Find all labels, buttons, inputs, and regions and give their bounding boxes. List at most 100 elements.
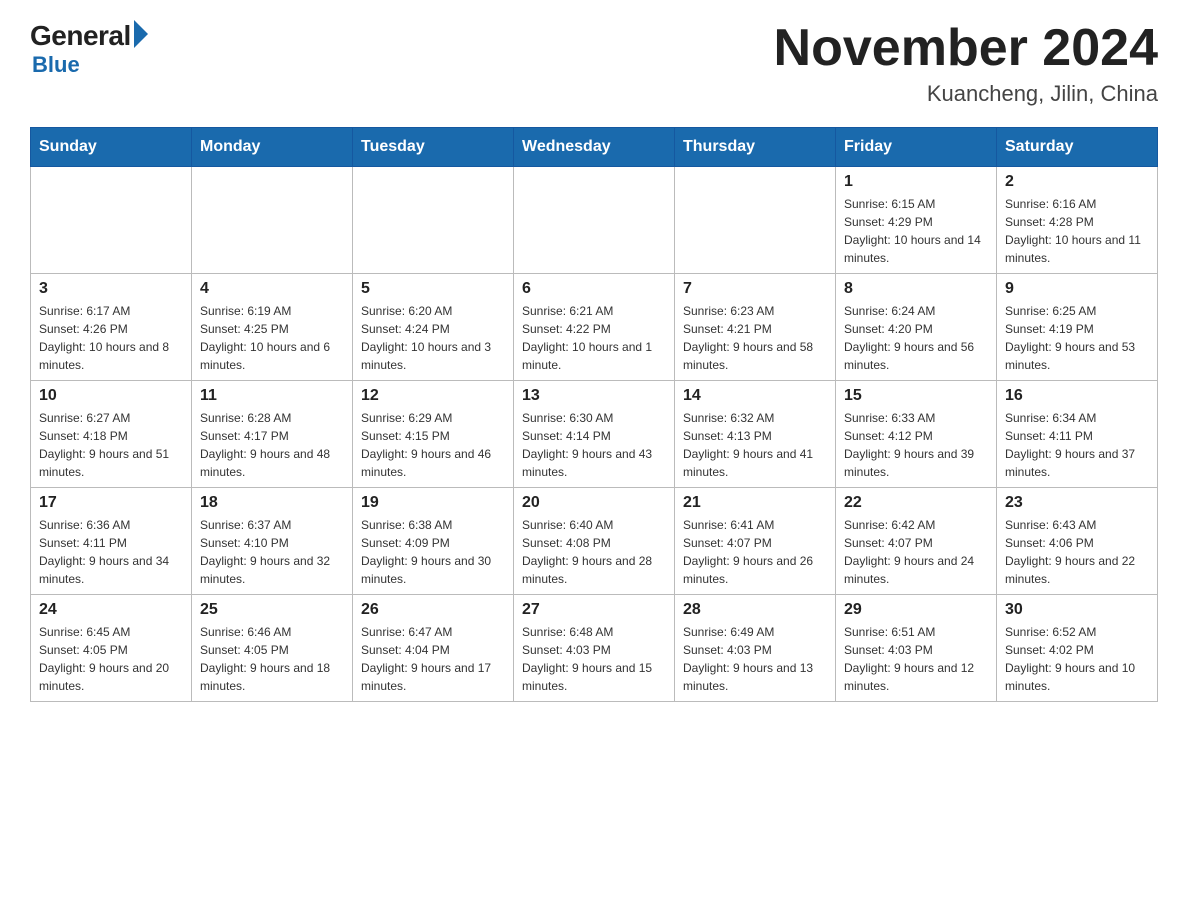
day-number: 10	[39, 387, 183, 405]
day-number: 18	[200, 494, 344, 512]
calendar-cell: 25Sunrise: 6:46 AMSunset: 4:05 PMDayligh…	[192, 595, 353, 702]
day-info: Sunrise: 6:41 AMSunset: 4:07 PMDaylight:…	[683, 516, 827, 588]
day-info: Sunrise: 6:27 AMSunset: 4:18 PMDaylight:…	[39, 409, 183, 481]
calendar-cell: 14 Sunrise: 6:32 AMSunset: 4:13 PMDayligh…	[675, 381, 836, 488]
day-info: Sunrise: 6:20 AMSunset: 4:24 PMDaylight:…	[361, 302, 505, 374]
calendar-cell: 11 Sunrise: 6:28 AMSunset: 4:17 PMDayligh…	[192, 381, 353, 488]
logo-triangle-icon	[134, 20, 148, 48]
calendar-cell: 6 Sunrise: 6:21 AMSunset: 4:22 PMDaylight…	[514, 274, 675, 381]
day-number: 7	[683, 280, 827, 298]
calendar-cell: 13 Sunrise: 6:30 AMSunset: 4:14 PMDayligh…	[514, 381, 675, 488]
day-info: Sunrise: 6:48 AMSunset: 4:03 PMDaylight:…	[522, 623, 666, 695]
calendar-cell: 20 Sunrise: 6:40 AMSunset: 4:08 PMDayligh…	[514, 488, 675, 595]
calendar-cell	[353, 167, 514, 274]
calendar-cell: 26 Sunrise: 6:47 AMSunset: 4:04 PMDayligh…	[353, 595, 514, 702]
calendar-cell: 30Sunrise: 6:52 AMSunset: 4:02 PMDayligh…	[997, 595, 1158, 702]
day-info: Sunrise: 6:43 AMSunset: 4:06 PMDaylight:…	[1005, 516, 1149, 588]
day-number: 3	[39, 280, 183, 298]
calendar-cell: 24 Sunrise: 6:45 AMSunset: 4:05 PMDayligh…	[31, 595, 192, 702]
day-info: Sunrise: 6:25 AMSunset: 4:19 PMDaylight:…	[1005, 302, 1149, 374]
day-number: 4	[200, 280, 344, 298]
col-header-thursday: Thursday	[675, 128, 836, 167]
page-header: General Blue November 2024 Kuancheng, Ji…	[30, 20, 1158, 107]
col-header-sunday: Sunday	[31, 128, 192, 167]
calendar-cell: 2Sunrise: 6:16 AMSunset: 4:28 PMDaylight…	[997, 167, 1158, 274]
calendar-cell: 4Sunrise: 6:19 AMSunset: 4:25 PMDaylight…	[192, 274, 353, 381]
day-info: Sunrise: 6:17 AMSunset: 4:26 PMDaylight:…	[39, 302, 183, 374]
day-info: Sunrise: 6:36 AMSunset: 4:11 PMDaylight:…	[39, 516, 183, 588]
day-info: Sunrise: 6:16 AMSunset: 4:28 PMDaylight:…	[1005, 195, 1149, 267]
day-number: 15	[844, 387, 988, 405]
day-number: 29	[844, 601, 988, 619]
calendar-cell: 9Sunrise: 6:25 AMSunset: 4:19 PMDaylight…	[997, 274, 1158, 381]
calendar-cell: 19Sunrise: 6:38 AMSunset: 4:09 PMDayligh…	[353, 488, 514, 595]
day-number: 20	[522, 494, 666, 512]
calendar-cell: 12 Sunrise: 6:29 AMSunset: 4:15 PMDayligh…	[353, 381, 514, 488]
day-info: Sunrise: 6:38 AMSunset: 4:09 PMDaylight:…	[361, 516, 505, 588]
day-info: Sunrise: 6:42 AMSunset: 4:07 PMDaylight:…	[844, 516, 988, 588]
day-info: Sunrise: 6:33 AMSunset: 4:12 PMDaylight:…	[844, 409, 988, 481]
day-number: 23	[1005, 494, 1149, 512]
day-info: Sunrise: 6:32 AMSunset: 4:13 PMDaylight:…	[683, 409, 827, 481]
day-info: Sunrise: 6:47 AMSunset: 4:04 PMDaylight:…	[361, 623, 505, 695]
calendar-cell: 22 Sunrise: 6:42 AMSunset: 4:07 PMDayligh…	[836, 488, 997, 595]
day-info: Sunrise: 6:46 AMSunset: 4:05 PMDaylight:…	[200, 623, 344, 695]
calendar-cell: 10 Sunrise: 6:27 AMSunset: 4:18 PMDayligh…	[31, 381, 192, 488]
day-info: Sunrise: 6:23 AMSunset: 4:21 PMDaylight:…	[683, 302, 827, 374]
week-row-3: 10 Sunrise: 6:27 AMSunset: 4:18 PMDayligh…	[31, 381, 1158, 488]
calendar-cell: 23 Sunrise: 6:43 AMSunset: 4:06 PMDayligh…	[997, 488, 1158, 595]
week-row-1: 1Sunrise: 6:15 AMSunset: 4:29 PMDaylight…	[31, 167, 1158, 274]
day-info: Sunrise: 6:52 AMSunset: 4:02 PMDaylight:…	[1005, 623, 1149, 695]
day-number: 22	[844, 494, 988, 512]
day-info: Sunrise: 6:29 AMSunset: 4:15 PMDaylight:…	[361, 409, 505, 481]
calendar-header-row: SundayMondayTuesdayWednesdayThursdayFrid…	[31, 128, 1158, 167]
calendar-cell: 3 Sunrise: 6:17 AMSunset: 4:26 PMDaylight…	[31, 274, 192, 381]
logo-general-text: General	[30, 20, 131, 52]
day-number: 6	[522, 280, 666, 298]
calendar-cell	[675, 167, 836, 274]
calendar-cell: 27 Sunrise: 6:48 AMSunset: 4:03 PMDayligh…	[514, 595, 675, 702]
day-number: 1	[844, 173, 988, 191]
calendar-cell: 29 Sunrise: 6:51 AMSunset: 4:03 PMDayligh…	[836, 595, 997, 702]
week-row-2: 3 Sunrise: 6:17 AMSunset: 4:26 PMDaylight…	[31, 274, 1158, 381]
day-number: 14	[683, 387, 827, 405]
location-subtitle: Kuancheng, Jilin, China	[774, 81, 1158, 107]
day-number: 24	[39, 601, 183, 619]
day-number: 13	[522, 387, 666, 405]
day-number: 12	[361, 387, 505, 405]
col-header-friday: Friday	[836, 128, 997, 167]
week-row-5: 24 Sunrise: 6:45 AMSunset: 4:05 PMDayligh…	[31, 595, 1158, 702]
calendar-cell	[31, 167, 192, 274]
logo: General Blue	[30, 20, 150, 78]
week-row-4: 17 Sunrise: 6:36 AMSunset: 4:11 PMDayligh…	[31, 488, 1158, 595]
day-info: Sunrise: 6:49 AMSunset: 4:03 PMDaylight:…	[683, 623, 827, 695]
day-number: 8	[844, 280, 988, 298]
day-info: Sunrise: 6:37 AMSunset: 4:10 PMDaylight:…	[200, 516, 344, 588]
day-number: 21	[683, 494, 827, 512]
calendar-cell: 21 Sunrise: 6:41 AMSunset: 4:07 PMDayligh…	[675, 488, 836, 595]
col-header-monday: Monday	[192, 128, 353, 167]
day-number: 16	[1005, 387, 1149, 405]
calendar-cell: 8 Sunrise: 6:24 AMSunset: 4:20 PMDaylight…	[836, 274, 997, 381]
calendar-cell: 1Sunrise: 6:15 AMSunset: 4:29 PMDaylight…	[836, 167, 997, 274]
day-info: Sunrise: 6:24 AMSunset: 4:20 PMDaylight:…	[844, 302, 988, 374]
calendar-cell	[514, 167, 675, 274]
col-header-saturday: Saturday	[997, 128, 1158, 167]
day-info: Sunrise: 6:30 AMSunset: 4:14 PMDaylight:…	[522, 409, 666, 481]
day-number: 17	[39, 494, 183, 512]
calendar-cell: 7 Sunrise: 6:23 AMSunset: 4:21 PMDaylight…	[675, 274, 836, 381]
calendar-cell	[192, 167, 353, 274]
day-number: 11	[200, 387, 344, 405]
day-info: Sunrise: 6:40 AMSunset: 4:08 PMDaylight:…	[522, 516, 666, 588]
calendar-cell: 28 Sunrise: 6:49 AMSunset: 4:03 PMDayligh…	[675, 595, 836, 702]
day-info: Sunrise: 6:21 AMSunset: 4:22 PMDaylight:…	[522, 302, 666, 374]
day-number: 28	[683, 601, 827, 619]
calendar-cell: 16Sunrise: 6:34 AMSunset: 4:11 PMDayligh…	[997, 381, 1158, 488]
day-number: 27	[522, 601, 666, 619]
day-number: 26	[361, 601, 505, 619]
day-info: Sunrise: 6:51 AMSunset: 4:03 PMDaylight:…	[844, 623, 988, 695]
day-info: Sunrise: 6:28 AMSunset: 4:17 PMDaylight:…	[200, 409, 344, 481]
logo-blue-bottom: Blue	[32, 52, 80, 78]
calendar-table: SundayMondayTuesdayWednesdayThursdayFrid…	[30, 127, 1158, 702]
day-info: Sunrise: 6:45 AMSunset: 4:05 PMDaylight:…	[39, 623, 183, 695]
